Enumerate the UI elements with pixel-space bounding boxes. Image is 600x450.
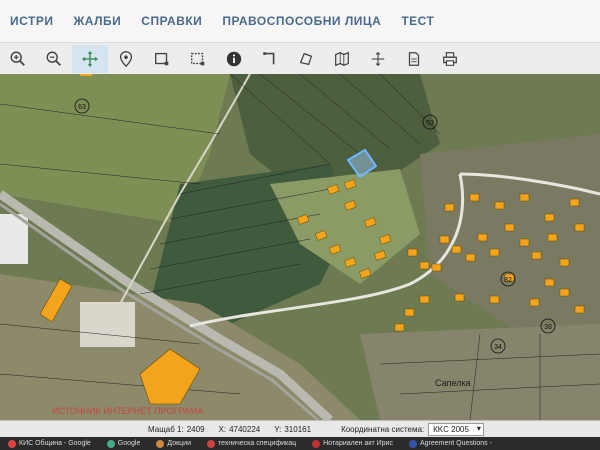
map-layers-icon: [335, 51, 349, 66]
zoom-out-button[interactable]: [36, 45, 72, 73]
zoom-in-button[interactable]: [0, 45, 36, 73]
pdf-icon: [312, 439, 321, 448]
measure-line-icon: [263, 51, 275, 64]
coord-system-select[interactable]: КKC 2005: [428, 422, 484, 436]
browser-icon: [8, 439, 16, 448]
measure-polygon-icon: [299, 52, 313, 65]
select-rectangle-button[interactable]: [144, 45, 180, 73]
select-rectangle-icon: [155, 52, 169, 65]
map-layers-button[interactable]: [324, 45, 360, 73]
info-button[interactable]: [216, 45, 252, 73]
menu-item-legal-entities[interactable]: ПРАВОСПОСОБНИ ЛИЦА: [212, 0, 391, 42]
location-button[interactable]: [108, 45, 144, 73]
y-coord-label: Y:: [274, 424, 282, 434]
taskbar-item[interactable]: КИС Община - Google: [0, 439, 99, 448]
menu-item-registers[interactable]: ИСТРИ: [0, 0, 63, 42]
menu-item-reports[interactable]: СПРАВКИ: [131, 0, 212, 42]
zoom-out-icon: [46, 51, 61, 66]
taskbar-item[interactable]: техническа спецификац: [199, 439, 304, 448]
select-area-icon: [191, 52, 205, 65]
move-icon: [371, 51, 385, 66]
parcel-label-53: 53: [426, 120, 434, 127]
taskbar-item[interactable]: Agreement Questions -: [401, 439, 500, 448]
parcel-label-34: 34: [494, 344, 502, 351]
document-icon: [408, 51, 420, 66]
place-label: Сапелка: [435, 378, 471, 388]
measure-line-button[interactable]: [252, 45, 288, 73]
x-coord-value: 4740224: [229, 424, 261, 434]
coord-system-label: Координатна система:: [341, 424, 425, 434]
building-white-2: [80, 302, 135, 347]
map-canvas[interactable]: 63 82 53 38 34 Сапелка ИСТОЧНИК ИНТЕРНЕТ…: [0, 74, 600, 420]
map-view[interactable]: 63 82 53 38 34 Сапелка ИСТОЧНИК ИНТЕРНЕТ…: [0, 74, 600, 420]
building-orange-top: [80, 74, 92, 76]
document-button[interactable]: [396, 45, 432, 73]
x-coord-label: X:: [218, 424, 227, 434]
document-icon: [156, 439, 165, 448]
zoom-in-icon: [10, 51, 25, 66]
parcel-label-63: 63: [78, 104, 86, 111]
menu-item-test[interactable]: ТЕСТ: [391, 0, 444, 42]
scale-label: Мащаб 1:: [148, 424, 184, 434]
info-icon: [226, 51, 242, 66]
map-toolbar: [0, 43, 600, 75]
top-menu-bar: ИСТРИ ЖАЛБИ СПРАВКИ ПРАВОСПОСОБНИ ЛИЦА Т…: [0, 0, 600, 43]
status-bar: Мащаб 1: 2409 X: 4740224 Y: 310161 Коорд…: [0, 420, 600, 437]
red-overlay-text: ИСТОЧНИК ИНТЕРНЕТ ПРОГРАМА: [52, 406, 203, 416]
taskbar-item[interactable]: Нотариален акт Ирис: [304, 439, 401, 448]
print-icon: [443, 51, 457, 66]
parcel-label-82: 82: [504, 277, 512, 284]
pan-icon: [81, 50, 99, 67]
parcel-label-38: 38: [544, 324, 552, 331]
y-coord-value: 310161: [284, 424, 312, 434]
location-pin-icon: [119, 50, 133, 67]
scale-value[interactable]: 2409: [184, 425, 205, 434]
os-taskbar: КИС Община - Google Google Докции технич…: [0, 437, 600, 450]
document-icon: [206, 439, 215, 448]
taskbar-item[interactable]: Докции: [148, 439, 199, 448]
measure-polygon-button[interactable]: [288, 45, 324, 73]
word-icon: [408, 439, 417, 448]
menu-item-complaints[interactable]: ЖАЛБИ: [63, 0, 131, 42]
pan-button[interactable]: [72, 44, 108, 73]
move-button[interactable]: [360, 45, 396, 73]
field-southeast: [360, 324, 600, 420]
select-area-button[interactable]: [180, 45, 216, 73]
taskbar-item[interactable]: Google: [99, 439, 149, 448]
print-button[interactable]: [432, 45, 468, 73]
chrome-icon: [106, 439, 115, 448]
